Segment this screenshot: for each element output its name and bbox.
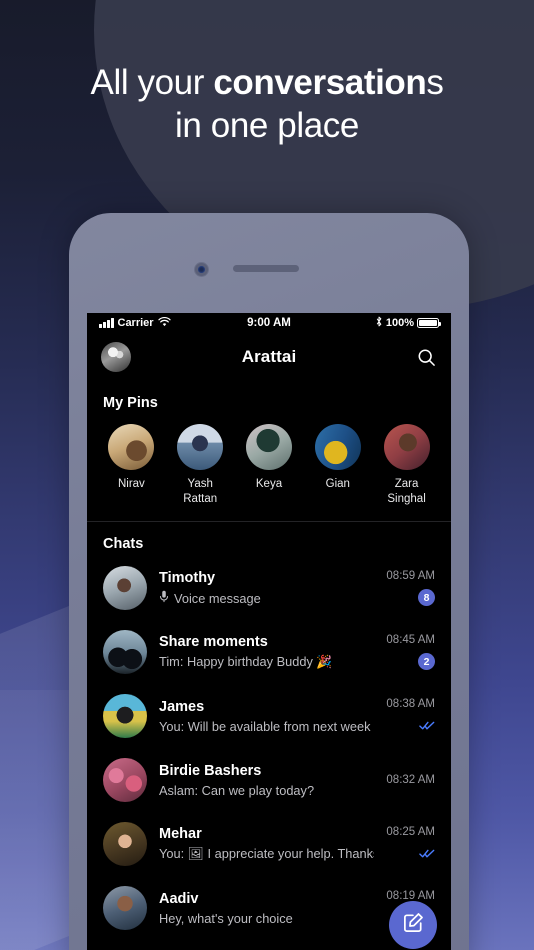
- microphone-icon: [159, 590, 169, 606]
- phone-bezel-top: [69, 213, 469, 313]
- pin-item-label: Zara Singhal: [387, 478, 426, 505]
- chat-preview: Hey, what's your choice: [159, 911, 374, 926]
- chat-time: 08:32 AM: [386, 774, 435, 787]
- avatar: [103, 886, 147, 931]
- battery-full-icon: [417, 318, 441, 328]
- avatar-keya: [245, 424, 292, 470]
- carrier-label: Carrier: [117, 317, 154, 329]
- status-badge: 8: [418, 589, 435, 607]
- chats-list: Timothy Voice message 08:59 AM 8 Share m…: [87, 552, 451, 940]
- page-title: Arattai: [241, 347, 297, 366]
- chat-name: Timothy: [159, 570, 216, 587]
- chat-time: 08:45 AM: [386, 634, 435, 647]
- chat-content: Timothy Voice message: [159, 570, 374, 606]
- chat-name: Share moments: [159, 634, 268, 651]
- table-row[interactable]: Birdie Bashers Aslam: Can we play today?…: [87, 748, 451, 812]
- read-double-check-icon: [419, 845, 435, 862]
- pins-list: Nirav Yash Rattan Keya Gian Zara Singhal: [87, 411, 451, 506]
- avatar: [103, 822, 147, 867]
- avatar-yash-rattan: [177, 424, 224, 470]
- chat-preview: Tim: Happy birthday Buddy 🎉: [159, 654, 374, 670]
- table-row[interactable]: Timothy Voice message 08:59 AM 8: [87, 556, 451, 620]
- chat-content: Aadiv Hey, what's your choice: [159, 891, 374, 926]
- avatar-zara-singhal: [383, 424, 430, 470]
- chat-content: Birdie Bashers Aslam: Can we play today?: [159, 763, 374, 798]
- headline-prefix: All your: [90, 63, 214, 102]
- front-camera-icon: [194, 262, 209, 277]
- pin-item[interactable]: Yash Rattan: [166, 424, 235, 506]
- chat-preview: Aslam: Can we play today?: [159, 783, 374, 798]
- pin-item[interactable]: Keya: [235, 424, 304, 506]
- pins-section-title: My Pins: [103, 395, 158, 411]
- chats-section-title: Chats: [103, 536, 144, 553]
- chat-meta: 08:59 AM 8: [386, 570, 435, 607]
- chat-preview-text: Hey, what's your choice: [159, 910, 293, 926]
- chat-meta: 08:25 AM: [386, 826, 435, 862]
- chat-name: Birdie Bashers: [159, 762, 262, 779]
- avatar-gian: [314, 424, 361, 470]
- chat-preview: You: 🖼 I appreciate your help. Thanks: [159, 846, 374, 862]
- earpiece-speaker: [233, 265, 299, 272]
- status-bar: Carrier 9:00 AM 100%: [87, 313, 451, 333]
- compose-fab-button[interactable]: [389, 901, 437, 949]
- chat-content: James You: Will be available from next w…: [159, 699, 374, 734]
- avatar-nirav: [108, 424, 155, 470]
- phone-screen: Carrier 9:00 AM 100% Arattai My Pins Nir…: [87, 313, 451, 950]
- chat-meta: 08:32 AM: [386, 774, 435, 786]
- pin-item[interactable]: Nirav: [97, 424, 166, 506]
- phone-mockup: Carrier 9:00 AM 100% Arattai My Pins Nir…: [69, 213, 469, 950]
- compose-icon: [402, 911, 425, 939]
- marketing-headline: All your conversations in one place: [0, 62, 534, 147]
- pin-item-label: Keya: [255, 478, 283, 490]
- battery-percent-label: 100%: [385, 317, 414, 329]
- chat-preview: Voice message: [159, 590, 374, 606]
- chat-preview-text: You: 🖼 I appreciate your help. Thanks: [159, 846, 375, 862]
- chat-preview-text: You: Will be available from next week: [159, 718, 371, 734]
- pin-item-label: Gian: [325, 478, 350, 490]
- headline-line2: in one place: [175, 105, 359, 145]
- chat-time: 08:25 AM: [386, 826, 435, 839]
- chat-preview-text: Aslam: Can we play today?: [159, 782, 315, 798]
- avatar: [103, 758, 147, 803]
- headline-suffix: s: [426, 63, 444, 102]
- chat-preview-text: Voice message: [174, 590, 261, 606]
- chat-name: Mehar: [159, 826, 202, 843]
- status-badge: 2: [418, 653, 435, 671]
- table-row[interactable]: Mehar You: 🖼 I appreciate your help. Tha…: [87, 812, 451, 876]
- wifi-icon: [157, 316, 171, 330]
- chat-content: Share moments Tim: Happy birthday Buddy …: [159, 634, 374, 670]
- read-double-check-icon: [419, 717, 435, 734]
- chat-content: Mehar You: 🖼 I appreciate your help. Tha…: [159, 826, 374, 862]
- avatar: [103, 630, 147, 675]
- headline-bold: conversation: [213, 63, 427, 102]
- table-row[interactable]: Share moments Tim: Happy birthday Buddy …: [87, 620, 451, 684]
- chat-name: Aadiv: [159, 890, 199, 907]
- avatar: [103, 694, 147, 739]
- chat-meta: 08:45 AM 2: [386, 634, 435, 671]
- chat-meta: 08:38 AM: [386, 698, 435, 734]
- status-bar-left: Carrier: [99, 316, 171, 330]
- headline-line1: All your conversations: [91, 63, 444, 102]
- avatar[interactable]: [101, 342, 131, 372]
- pin-item[interactable]: Gian: [303, 424, 372, 506]
- chat-time: 08:38 AM: [386, 698, 435, 711]
- app-header: Arattai: [87, 333, 451, 381]
- chat-time: 08:59 AM: [386, 570, 435, 583]
- avatar: [103, 566, 147, 611]
- status-bar-right: 100%: [375, 316, 441, 330]
- table-row[interactable]: James You: Will be available from next w…: [87, 684, 451, 748]
- bluetooth-icon: [375, 316, 383, 330]
- chat-name: James: [159, 698, 205, 715]
- chat-preview-text: Tim: Happy birthday Buddy 🎉: [159, 654, 333, 670]
- search-icon[interactable]: [415, 346, 437, 368]
- chat-preview: You: Will be available from next week: [159, 719, 374, 734]
- pin-item-label: Yash Rattan: [183, 478, 218, 505]
- pin-item[interactable]: Zara Singhal: [372, 424, 441, 506]
- pin-item-label: Nirav: [117, 478, 145, 490]
- signal-bars-icon: [99, 318, 114, 328]
